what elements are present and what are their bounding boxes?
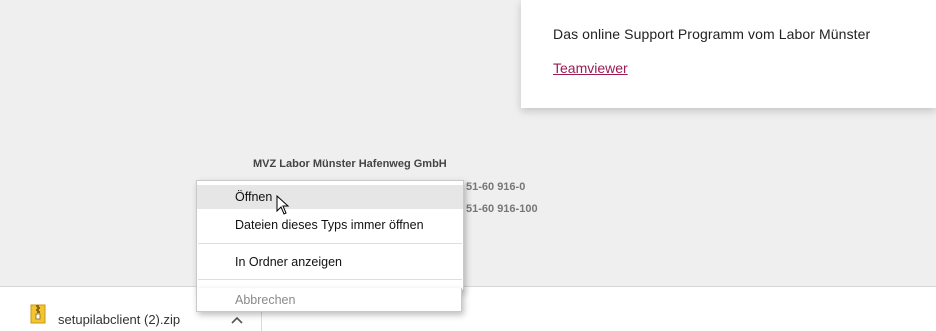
chevron-up-icon[interactable] (231, 316, 243, 324)
footer-company-name: MVZ Labor Münster Hafenweg GmbH (253, 158, 447, 170)
menu-item-open[interactable]: Öffnen (197, 185, 463, 209)
mouse-cursor-icon (276, 195, 290, 215)
menu-item-always-open[interactable]: Dateien dieses Typs immer öffnen (197, 213, 463, 237)
menu-separator (198, 243, 462, 244)
footer-fax: 51-60 916-100 (466, 203, 538, 215)
zip-archive-icon[interactable] (30, 304, 46, 324)
menu-item-cancel[interactable]: Abbrechen (196, 288, 462, 312)
teamviewer-link[interactable]: Teamviewer (553, 60, 628, 76)
context-menu: Öffnen Dateien dieses Typs immer öffnen … (196, 180, 464, 291)
footer-phone: 51-60 916-0 (466, 181, 526, 193)
menu-item-show-in-folder[interactable]: In Ordner anzeigen (197, 250, 463, 274)
support-description: Das online Support Programm vom Labor Mü… (553, 26, 871, 42)
support-card: Das online Support Programm vom Labor Mü… (521, 0, 936, 108)
download-filename[interactable]: setupilabclient (2).zip (58, 312, 180, 327)
menu-separator (198, 279, 462, 280)
